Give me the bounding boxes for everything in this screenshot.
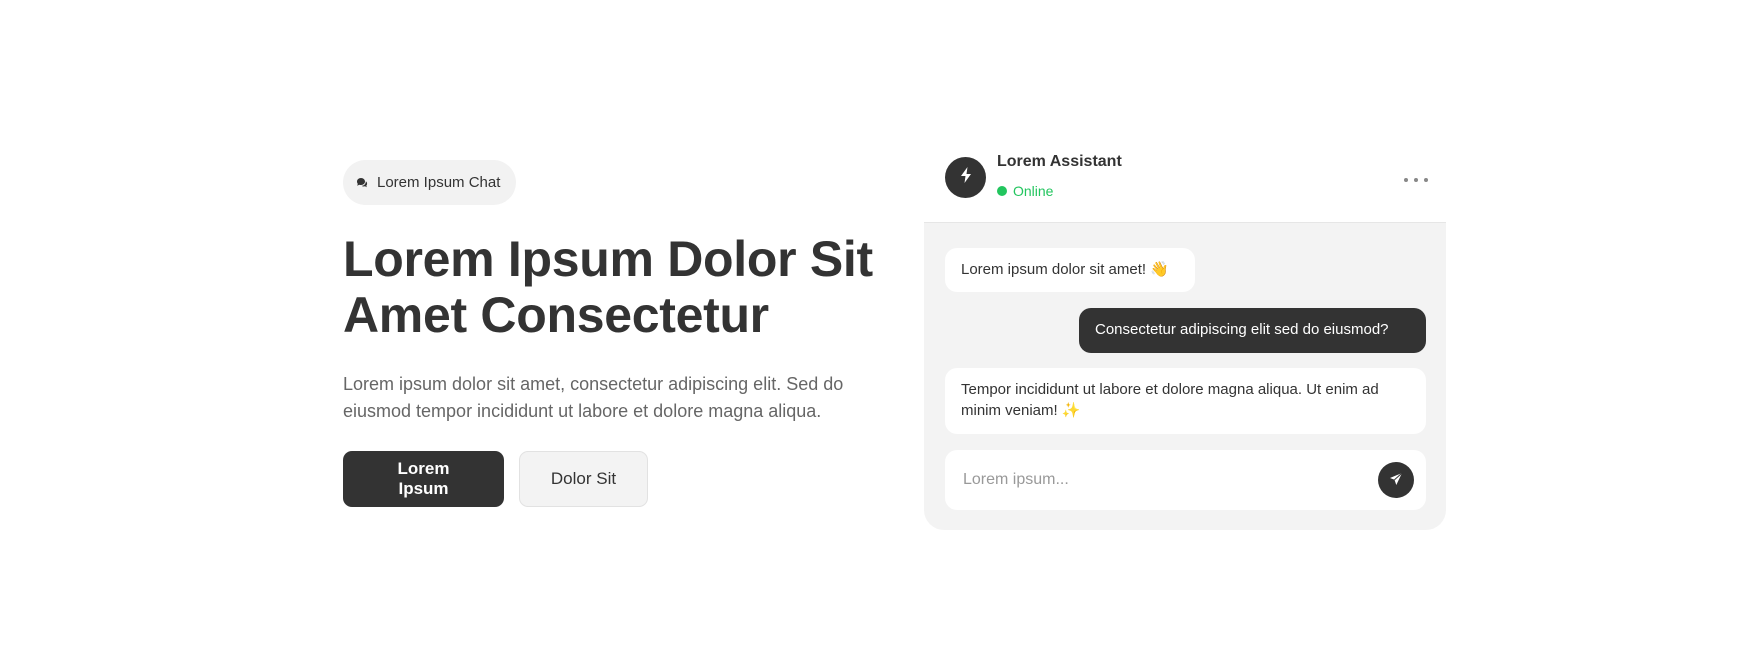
status-label: Online (1013, 183, 1054, 199)
badge-label: Lorem Ipsum Chat (377, 174, 501, 191)
primary-button[interactable]: Lorem Ipsum (343, 451, 504, 507)
chat-widget: Lorem Assistant Online Lorem ipsum dolor… (924, 142, 1446, 530)
hero-description: Lorem ipsum dolor sit amet, consectetur … (343, 374, 844, 421)
lightning-bolt-icon (958, 166, 974, 189)
send-button[interactable] (1378, 462, 1414, 498)
chat-header: Lorem Assistant Online (924, 142, 1446, 223)
chat-bubble-icon (355, 176, 369, 190)
status-indicator: Online (997, 183, 1053, 199)
more-horizontal-icon[interactable] (1404, 172, 1428, 188)
chat-messages: Lorem ipsum dolor sit amet! 👋 Consectetu… (924, 223, 1446, 530)
user-message: Consectetur adipiscing elit sed do eiusm… (1079, 308, 1426, 353)
chat-input-bar (945, 450, 1426, 510)
hero-actions: Lorem Ipsum Dolor Sit (343, 451, 873, 507)
title-line-1: Lorem Ipsum Dolor Sit (343, 231, 873, 287)
send-icon (1389, 472, 1403, 489)
message-input[interactable] (961, 450, 1361, 510)
assistant-avatar (945, 157, 986, 198)
secondary-button[interactable]: Dolor Sit (519, 451, 648, 507)
hero-section: Lorem Ipsum Chat Lorem Ipsum Dolor Sit A… (343, 160, 873, 507)
chat-badge: Lorem Ipsum Chat (343, 160, 517, 205)
assistant-message: Tempor incididunt ut labore et dolore ma… (945, 368, 1426, 434)
title-line-2: Amet Consectetur (343, 287, 769, 343)
page-title: Lorem Ipsum Dolor Sit Amet Consectetur (343, 231, 883, 343)
assistant-message: Lorem ipsum dolor sit amet! 👋 (945, 248, 1195, 292)
online-dot-icon (997, 186, 1007, 196)
assistant-name: Lorem Assistant (997, 153, 1122, 170)
